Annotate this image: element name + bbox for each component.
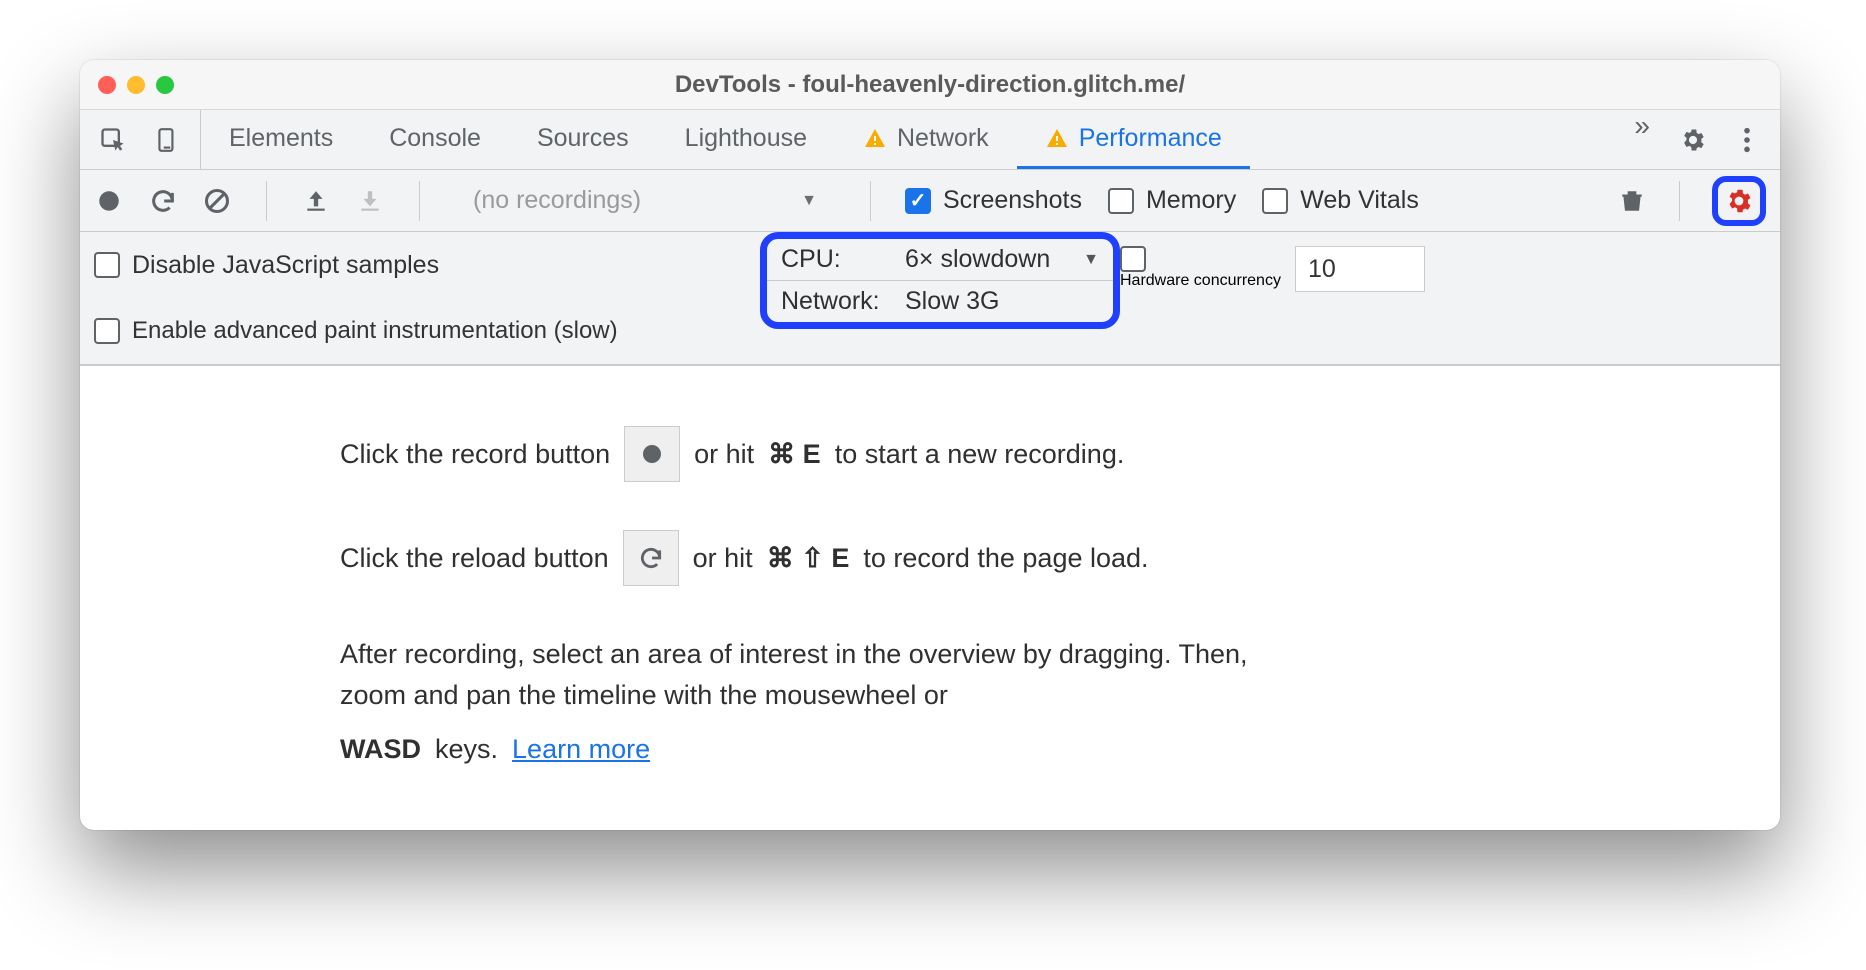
toolbar-divider	[1679, 181, 1680, 221]
toolbar-divider	[870, 181, 871, 221]
hint-text: Click the reload button	[340, 538, 609, 579]
hint-text: or hit	[694, 434, 754, 475]
network-throttle-dropdown[interactable]: Network: Slow 3G	[767, 280, 1113, 322]
webvitals-checkbox[interactable]: Web Vitals	[1262, 186, 1419, 215]
chevron-down-icon: ▼	[801, 192, 817, 210]
close-window-button[interactable]	[98, 76, 116, 94]
hardware-concurrency-input[interactable]	[1295, 246, 1425, 292]
hint-text: or hit	[693, 538, 753, 579]
inspect-element-icon[interactable]	[98, 125, 128, 155]
window-titlebar: DevTools - foul-heavenly-direction.glitc…	[80, 60, 1780, 110]
memory-checkbox[interactable]: Memory	[1108, 186, 1236, 215]
tab-sources[interactable]: Sources	[509, 110, 657, 169]
device-toolbar-icon[interactable]	[152, 125, 182, 155]
capture-settings-panel: Disable JavaScript samples Enable advanc…	[80, 232, 1780, 366]
screenshots-checkbox[interactable]: ✓Screenshots	[905, 186, 1082, 215]
capture-settings-highlight	[1712, 176, 1766, 226]
toolbar-divider	[419, 181, 420, 221]
recordings-dropdown[interactable]: (no recordings) ▼	[454, 185, 836, 216]
settings-gear-icon[interactable]	[1678, 125, 1708, 155]
advanced-paint-checkbox[interactable]: Enable advanced paint instrumentation (s…	[94, 318, 618, 344]
hint-text: to start a new recording.	[835, 434, 1125, 475]
garbage-collect-button[interactable]	[1617, 186, 1647, 216]
minimize-window-button[interactable]	[127, 76, 145, 94]
throttling-highlight: CPU: 6× slowdown ▼ Network: Slow 3G	[760, 232, 1120, 329]
reload-button-inline[interactable]	[623, 530, 679, 586]
devtools-window: DevTools - foul-heavenly-direction.glitc…	[80, 60, 1780, 830]
warning-icon	[863, 126, 887, 150]
tab-performance[interactable]: Performance	[1017, 110, 1250, 169]
tab-network[interactable]: Network	[835, 110, 1017, 169]
shortcut-cmd-shift-e: ⌘ ⇧ E	[767, 538, 850, 579]
reload-record-button[interactable]	[148, 186, 178, 216]
disable-js-samples-checkbox[interactable]: Disable JavaScript samples	[94, 251, 439, 280]
hardware-concurrency-checkbox[interactable]: Hardware concurrency	[1120, 246, 1281, 290]
more-tabs-button[interactable]: »	[1624, 110, 1660, 169]
record-button-inline[interactable]	[624, 426, 680, 482]
capture-settings-button[interactable]	[1724, 186, 1754, 216]
wasd-text: WASD	[340, 729, 421, 770]
hint-text: After recording, select an area of inter…	[340, 634, 1270, 715]
clear-button[interactable]	[202, 186, 232, 216]
maximize-window-button[interactable]	[156, 76, 174, 94]
chevron-down-icon: ▼	[1083, 251, 1099, 269]
learn-more-link[interactable]: Learn more	[512, 729, 650, 770]
hint-text: keys.	[435, 729, 498, 770]
hint-text: to record the page load.	[863, 538, 1148, 579]
tab-lighthouse[interactable]: Lighthouse	[657, 110, 835, 169]
kebab-menu-icon[interactable]	[1732, 125, 1762, 155]
toolbar-divider	[266, 181, 267, 221]
warning-icon	[1045, 126, 1069, 150]
performance-toolbar: (no recordings) ▼ ✓Screenshots Memory We…	[80, 170, 1780, 232]
devtools-tabstrip: Elements Console Sources Lighthouse Netw…	[80, 110, 1780, 170]
hint-text: Click the record button	[340, 434, 610, 475]
tab-elements[interactable]: Elements	[201, 110, 361, 169]
record-button[interactable]	[94, 186, 124, 216]
window-title: DevTools - foul-heavenly-direction.glitc…	[80, 71, 1780, 99]
performance-landing: Click the record button or hit ⌘ E to st…	[80, 366, 1780, 830]
traffic-lights	[98, 76, 174, 94]
tab-console[interactable]: Console	[361, 110, 509, 169]
load-profile-button[interactable]	[301, 186, 331, 216]
cpu-throttle-dropdown[interactable]: CPU: 6× slowdown ▼	[767, 239, 1113, 280]
save-profile-button[interactable]	[355, 186, 385, 216]
shortcut-cmd-e: ⌘ E	[768, 434, 821, 475]
